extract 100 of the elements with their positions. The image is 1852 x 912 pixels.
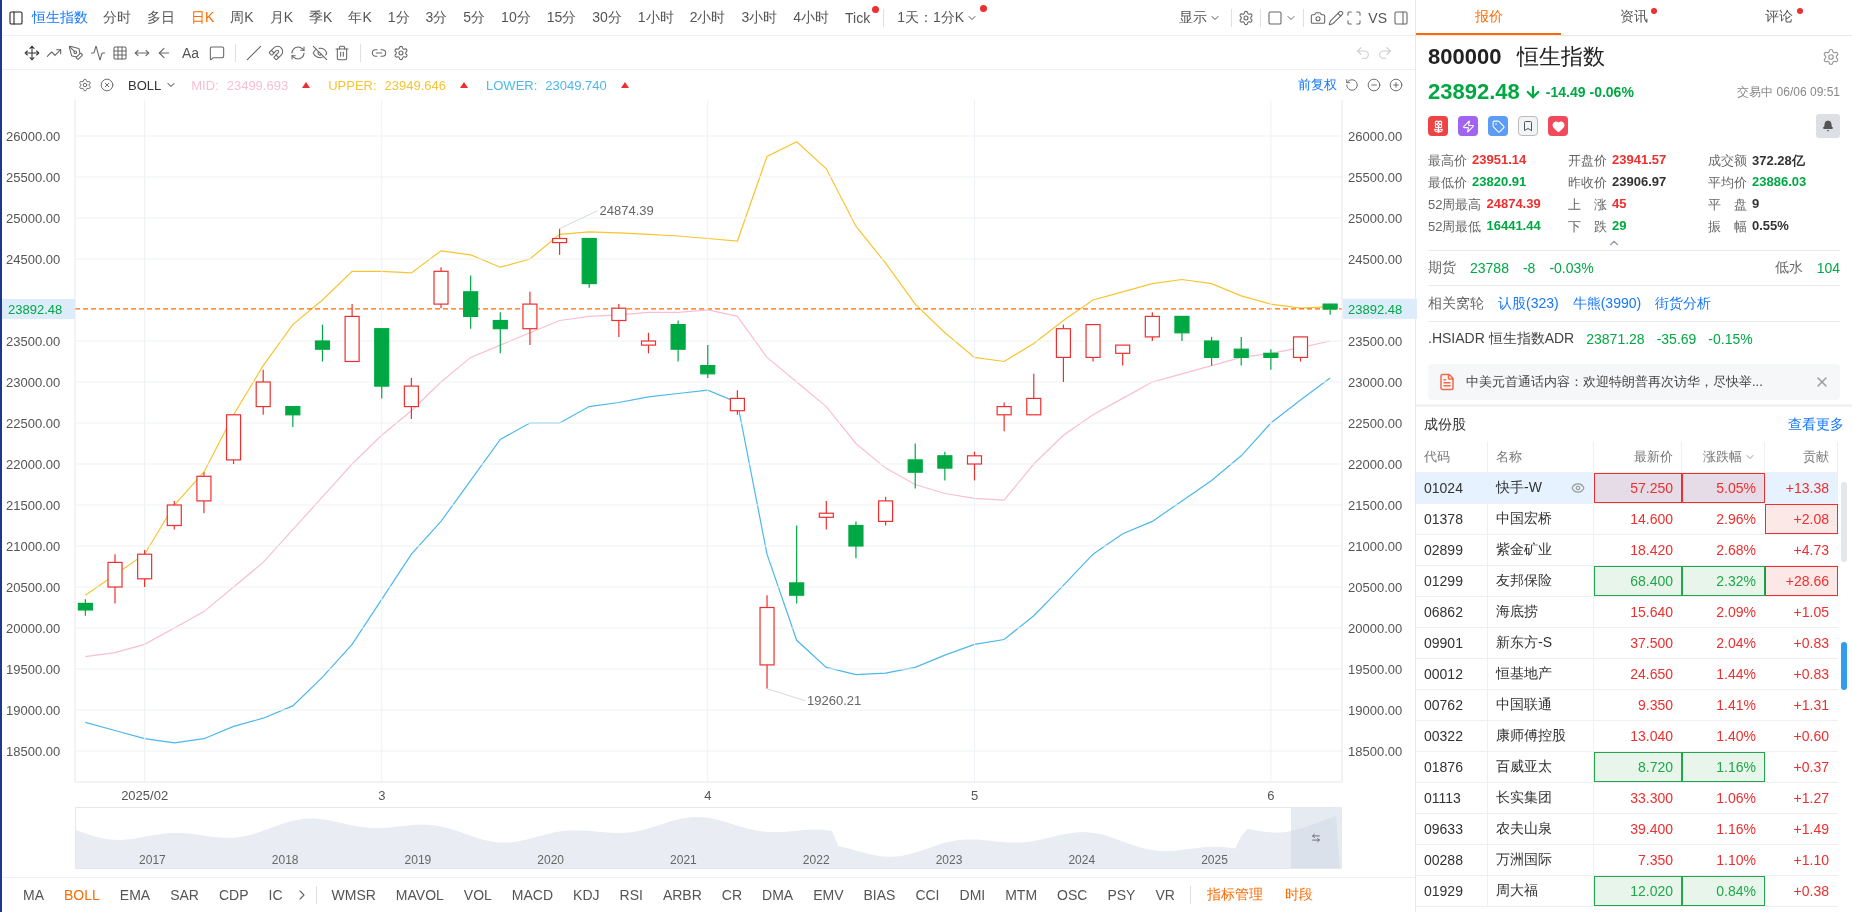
news-headline[interactable]: 中美元首通话内容：欢迎特朗普再次访华，尽快举... (1466, 373, 1804, 391)
indicator-tab[interactable]: SAR (161, 883, 208, 907)
camera-icon[interactable] (1310, 9, 1327, 26)
period-tab[interactable]: 周K (223, 4, 261, 31)
grid-tool-icon[interactable] (112, 44, 128, 61)
indicator-tab[interactable]: KDJ (564, 883, 609, 907)
table-row[interactable]: 01299 友邦保险 68.400 2.32% +28.66 (1416, 566, 1838, 597)
settings-icon[interactable] (393, 44, 410, 61)
symbol-tab[interactable]: 恒生指数 (26, 4, 94, 31)
column-header[interactable]: 名称 (1488, 442, 1594, 472)
zoom-in-icon[interactable] (1389, 78, 1403, 92)
column-header[interactable]: 贡献 (1765, 442, 1838, 472)
period-tab[interactable]: 分时 (96, 4, 138, 31)
period-tab[interactable]: 5分 (456, 4, 493, 31)
pen-tool-icon[interactable] (68, 44, 84, 61)
table-row[interactable]: 00288 万洲国际 7.350 1.10% +1.10 (1416, 845, 1838, 876)
heart-badge-icon[interactable] (1548, 116, 1568, 136)
indicator-tab[interactable]: CCI (906, 883, 949, 907)
indicator-tab[interactable]: VR (1146, 883, 1184, 907)
checkbox-icon[interactable] (1267, 9, 1284, 26)
column-header[interactable]: 最新价 (1594, 442, 1682, 472)
table-row[interactable]: 01113 长实集团 33.300 1.06% +1.27 (1416, 783, 1838, 814)
wave-tool-icon[interactable] (90, 44, 106, 61)
period-tab[interactable]: 季K (302, 4, 340, 31)
indicator-tab[interactable]: EMV (804, 883, 853, 907)
indicator-tab[interactable]: CR (712, 883, 751, 907)
reset-icon[interactable] (1345, 78, 1359, 92)
eye-icon[interactable] (1571, 481, 1585, 495)
settings-icon[interactable] (1238, 9, 1255, 26)
panel-icon[interactable] (1393, 9, 1409, 26)
flower-badge-icon[interactable] (1428, 116, 1448, 136)
sync-icon[interactable] (290, 44, 307, 61)
period-tab[interactable]: 月K (262, 4, 301, 31)
fullscreen-icon[interactable] (1346, 9, 1363, 26)
move-icon[interactable] (24, 44, 40, 61)
column-header[interactable]: 涨跌幅 (1682, 442, 1765, 472)
indicator-tab[interactable]: PSY (1098, 883, 1145, 907)
compare-button[interactable]: VS (1364, 7, 1391, 28)
view-more-link[interactable]: 查看更多 (1788, 415, 1844, 434)
hide-icon[interactable] (312, 44, 329, 61)
table-row[interactable]: 01024 快手-W 57.250 5.05% +13.38 (1416, 473, 1838, 504)
period-tab[interactable]: 10分 (494, 4, 538, 31)
indicator-tab[interactable]: OSC (1048, 883, 1097, 907)
table-row[interactable]: 00322 康师傅控股 13.040 1.40% +0.60 (1416, 721, 1838, 752)
table-row[interactable]: 02899 紫金矿业 18.420 2.68% +4.73 (1416, 535, 1838, 566)
close-icon[interactable] (100, 78, 114, 92)
table-row[interactable]: 06862 海底捞 15.640 2.09% +1.05 (1416, 597, 1838, 628)
period-tab[interactable]: 年K (341, 4, 379, 31)
trash-icon[interactable] (334, 44, 351, 61)
indicator-tab[interactable]: MA (14, 883, 53, 907)
news-banner[interactable]: 中美元首通话内容：欢迎特朗普再次访华，尽快举... (1428, 364, 1840, 400)
indicator-tab[interactable]: IC (259, 883, 292, 907)
indicator-tab[interactable]: DMA (753, 883, 803, 907)
indicator-tab[interactable]: BIAS (854, 883, 905, 907)
magnet-icon[interactable] (268, 44, 285, 61)
period-tab[interactable]: 1小时 (630, 4, 681, 31)
scrollbar-thumb[interactable] (1841, 482, 1847, 562)
panel-tab[interactable]: 资讯 (1561, 0, 1707, 35)
period-tab[interactable]: 2小时 (682, 4, 733, 31)
indicator-tab[interactable]: CDP (209, 883, 258, 907)
display-dropdown[interactable]: 显示 (1175, 6, 1226, 29)
settings-icon[interactable] (1822, 48, 1840, 66)
indicator-tab[interactable]: MTM (996, 883, 1047, 907)
period-tab[interactable]: 3分 (418, 4, 455, 31)
indicator-tab[interactable]: MAVOL (386, 883, 453, 907)
pencil-icon[interactable] (1328, 9, 1345, 26)
table-row[interactable]: 01876 百威亚太 8.720 1.16% +0.37 (1416, 752, 1838, 783)
text-tool-button[interactable]: Aa (178, 42, 204, 63)
period-tab[interactable]: 30分 (585, 4, 629, 31)
indicator-tab[interactable]: MACD (502, 883, 563, 907)
bookmark-badge-icon[interactable] (1518, 116, 1538, 136)
warrant-link[interactable]: 牛熊(3990) (1572, 294, 1642, 313)
indicator-dropdown[interactable]: BOLL (122, 76, 184, 94)
warrant-link[interactable]: 街货分析 (1655, 294, 1712, 313)
adjust-link[interactable]: 前复权 (1298, 76, 1337, 94)
table-row[interactable]: 00012 恒基地产 24.650 1.44% +0.83 (1416, 659, 1838, 690)
bell-button[interactable] (1816, 114, 1840, 138)
indicator-tab[interactable]: VOL (454, 883, 501, 907)
indicator-tab[interactable]: WMSR (322, 883, 385, 907)
period-tab[interactable]: 3小时 (734, 4, 785, 31)
drag-handle-icon[interactable] (1311, 833, 1321, 843)
tag-badge-icon[interactable] (1488, 116, 1508, 136)
period-tab[interactable]: 多日 (140, 4, 182, 31)
indicator-tab[interactable]: RSI (610, 883, 652, 907)
panel-tab[interactable]: 评论 (1706, 0, 1852, 35)
period-tab[interactable]: 15分 (539, 4, 584, 31)
table-row[interactable]: 01378 中国宏桥 14.600 2.96% +2.08 (1416, 504, 1838, 535)
table-row[interactable]: 09901 新东方-S 37.500 2.04% +0.83 (1416, 628, 1838, 659)
lightning-badge-icon[interactable] (1458, 116, 1478, 136)
zoom-out-icon[interactable] (1367, 78, 1381, 92)
indicator-tab[interactable]: ARBR (653, 883, 711, 907)
indicator-tab[interactable]: DMI (950, 883, 995, 907)
panel-icon[interactable] (8, 9, 24, 26)
period-tab[interactable]: 1分 (380, 4, 417, 31)
period-tab[interactable]: Tick (838, 5, 878, 30)
table-row[interactable]: 09633 农夫山泉 39.400 1.16% +1.49 (1416, 814, 1838, 845)
settings-icon[interactable] (78, 78, 92, 92)
table-row[interactable]: 01929 周大福 12.020 0.84% +0.38 (1416, 876, 1838, 907)
comment-icon[interactable] (209, 44, 226, 61)
indicator-tab[interactable]: EMA (110, 883, 160, 907)
